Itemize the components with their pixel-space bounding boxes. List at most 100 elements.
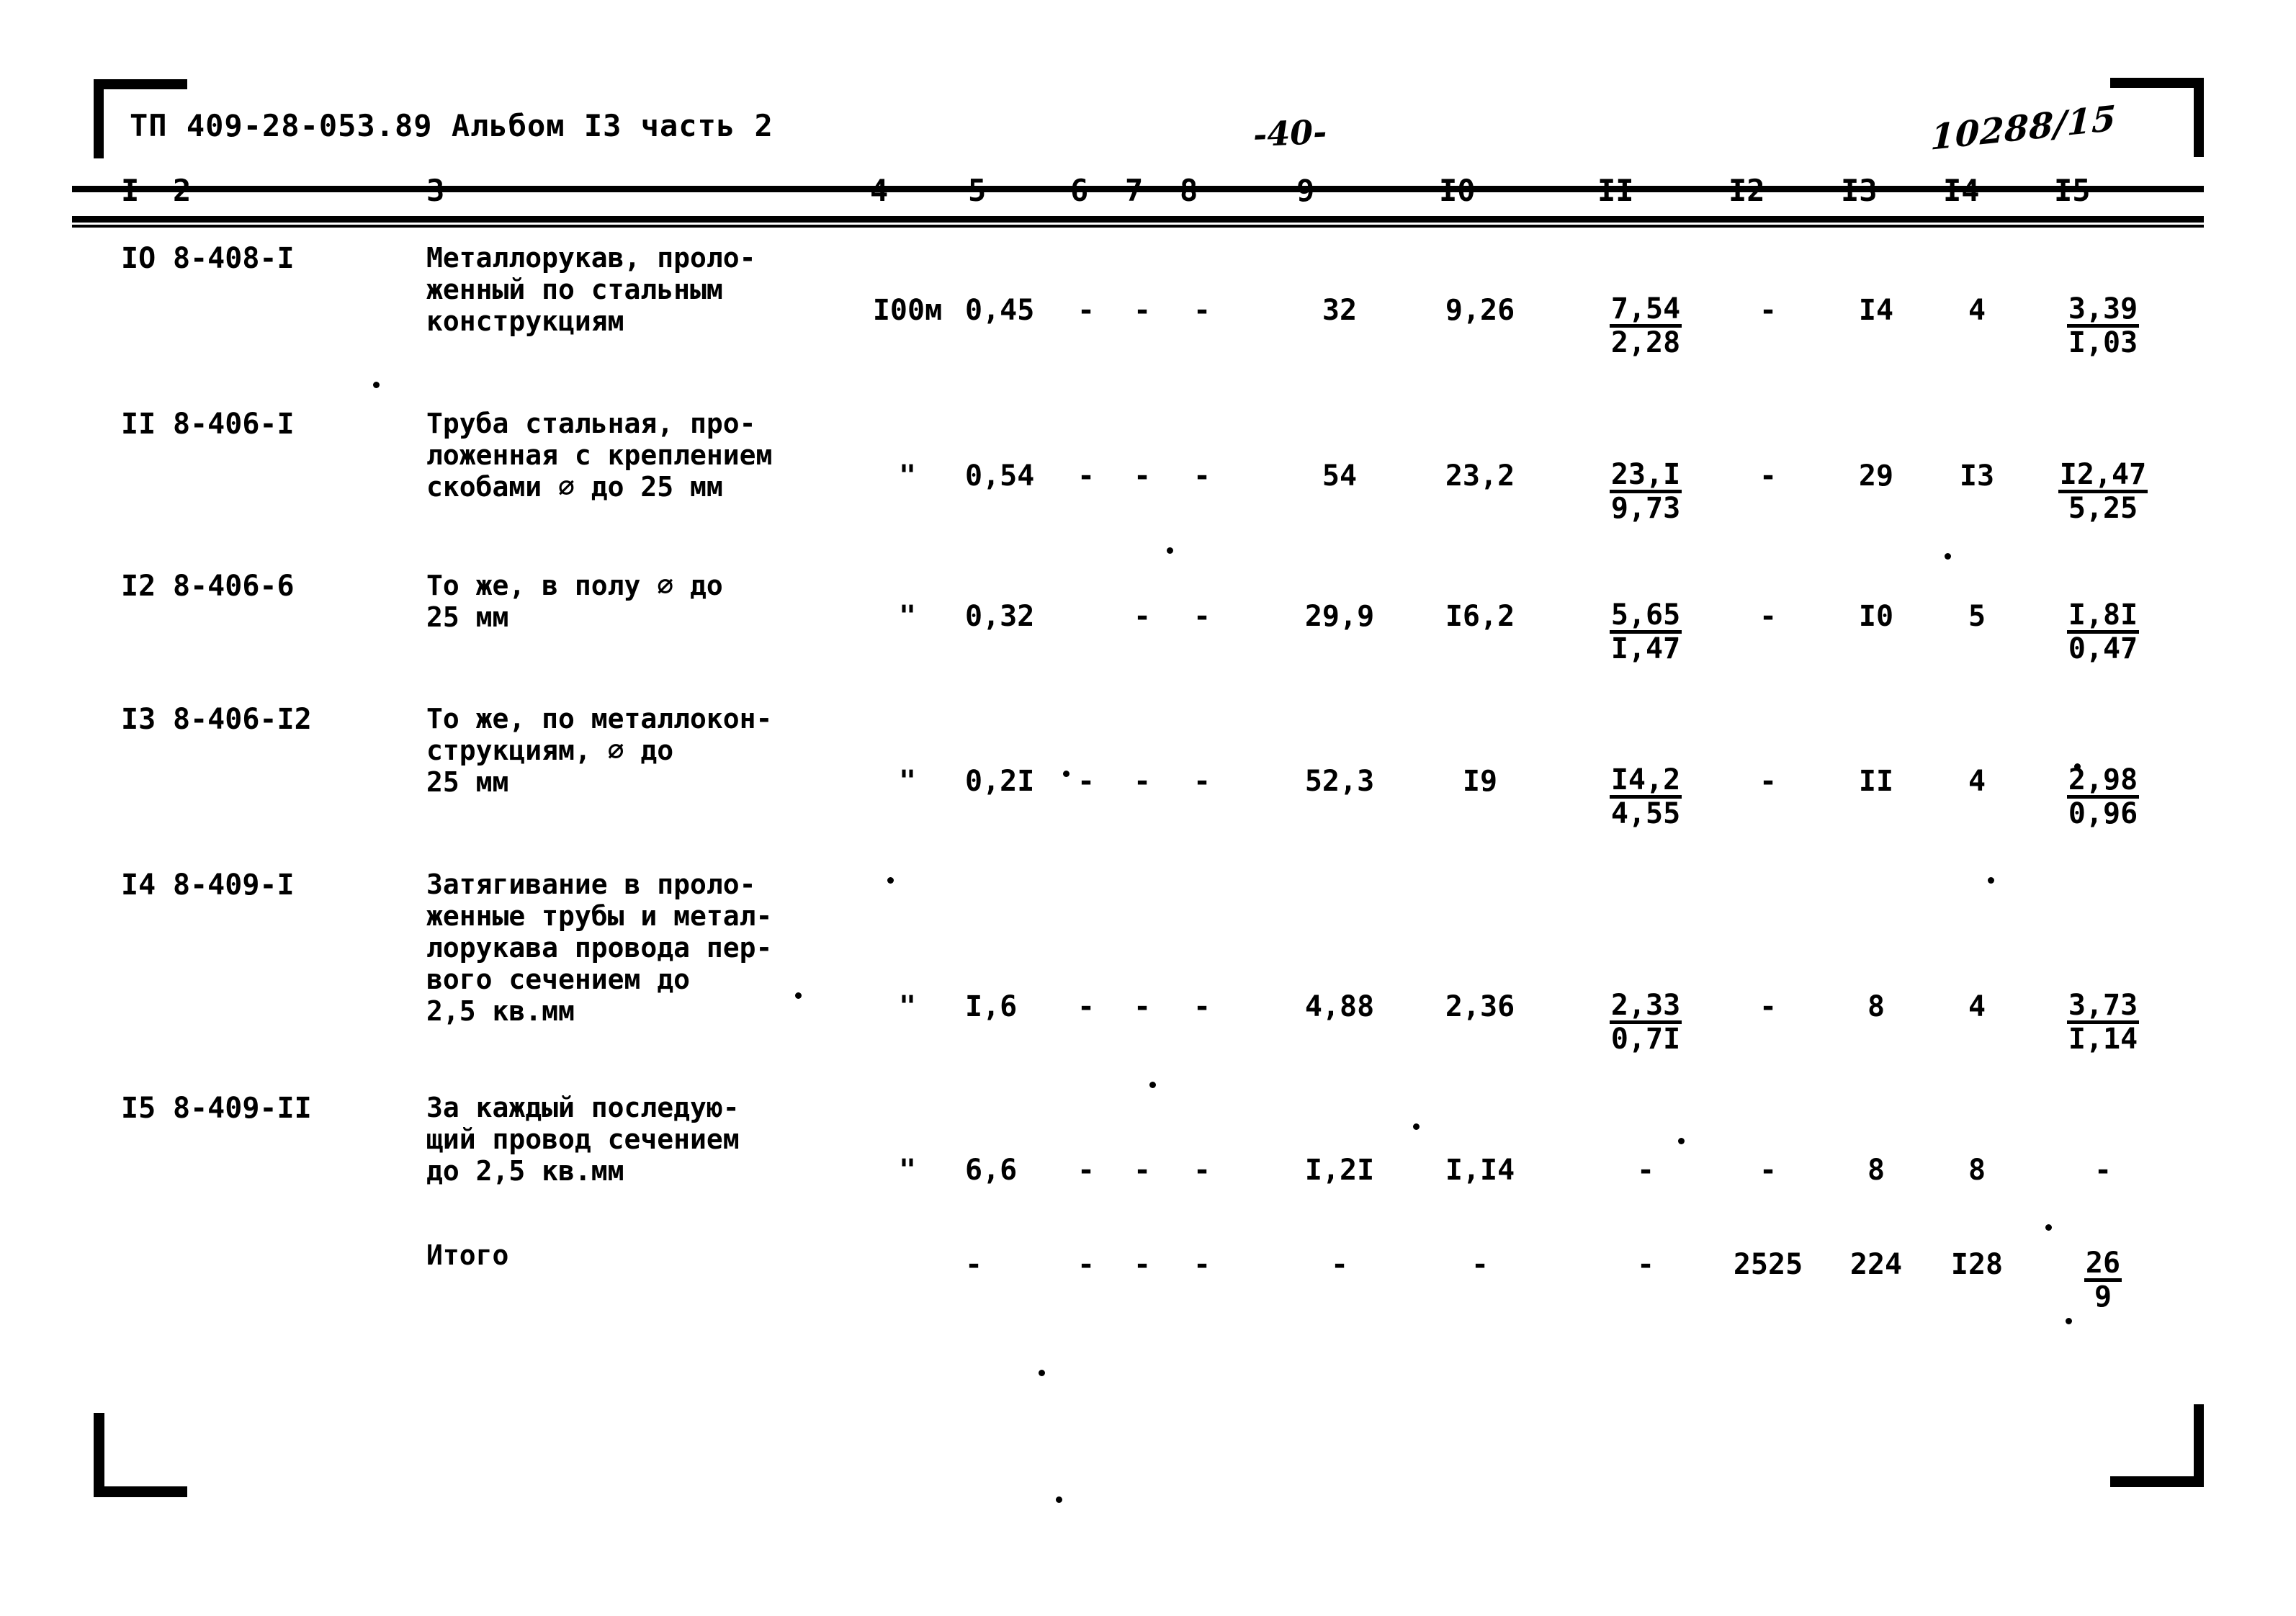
column-number-I: I <box>121 173 140 208</box>
work-description: Итого <box>426 1239 509 1271</box>
col5-value: - <box>965 1248 983 1281</box>
column-number-row: I 2 3 4 5 6 7 8 9 I0 II I2 I3 I4 I5 <box>0 173 2296 216</box>
col5-value: I,6 <box>965 990 1018 1023</box>
col11-value: I4,2 4,55 <box>1584 765 1707 830</box>
col12-value: - <box>1759 459 1777 493</box>
table-row: I5 8-409-II За каждый последую-щий провод … <box>0 1087 2296 1235</box>
header-rule-bottom-thin <box>72 225 2204 228</box>
column-number-I0: I0 <box>1439 173 1476 208</box>
col11-value-denominator: 2,28 <box>1610 326 1681 359</box>
scanned-page: ТП 409-28-053.89 Альбом I3 часть 2 -40- … <box>0 0 2296 1616</box>
data-table: IO 8-408-I Металлорукав, проло-женный по с… <box>0 238 2296 1350</box>
work-description: Затягивание в проло-женные трубы и метал… <box>426 868 773 1027</box>
col7-value: - <box>1133 990 1152 1023</box>
col15-value-denominator: 0,47 <box>2068 632 2138 665</box>
column-number-I3: I3 <box>1841 173 1878 208</box>
col8-value: - <box>1193 990 1211 1023</box>
col15-value-numerator: 26 <box>2084 1248 2122 1282</box>
column-number-I4: I4 <box>1943 173 1980 208</box>
page-number: -40- <box>1252 112 1328 155</box>
crop-mark-bottom-left-vertical <box>94 1413 104 1497</box>
header-rule-bottom <box>72 216 2204 223</box>
col5-value: 6,6 <box>965 1154 1018 1187</box>
crop-mark-top-left-horizontal <box>94 79 187 89</box>
scan-speck <box>1988 877 1994 884</box>
column-number-6: 6 <box>1070 173 1089 208</box>
col15-value-denominator: 5,25 <box>2068 492 2138 525</box>
col8-value: - <box>1193 294 1211 327</box>
col11-value-numerator: 7,54 <box>1609 294 1682 328</box>
col12-value: 2525 <box>1733 1248 1803 1281</box>
col15-value-numerator: 3,39 <box>2066 294 2140 328</box>
scan-speck <box>1678 1138 1685 1144</box>
col7-value: - <box>1133 294 1152 327</box>
unit-of-measure: " <box>898 1154 917 1187</box>
col11-value: - <box>1636 1248 1655 1281</box>
col13-value: II <box>1858 765 1894 798</box>
stamp-number: 10288/15 <box>1929 98 2117 158</box>
col11-value: 7,54 2,28 <box>1584 294 1707 359</box>
col6-value: - <box>1077 459 1095 493</box>
col7-value: - <box>1133 600 1152 633</box>
col15-value-denominator: 0,96 <box>2068 797 2138 830</box>
scan-speck <box>1039 1370 1045 1376</box>
col6-value: - <box>1077 1154 1095 1187</box>
col10-value: 23,2 <box>1445 459 1515 493</box>
col15-value: 3,73 I,14 <box>2038 990 2168 1056</box>
crop-mark-top-right-horizontal <box>2110 78 2204 88</box>
col12-value: - <box>1759 294 1777 327</box>
col8-value: - <box>1193 1248 1211 1281</box>
col10-value: 2,36 <box>1445 990 1515 1023</box>
row-number: I5 <box>121 1092 156 1125</box>
col8-value: - <box>1193 459 1211 493</box>
table-row: II 8-406-I Труба стальная, про-ложенная с … <box>0 403 2296 565</box>
unit-of-measure: " <box>898 459 917 493</box>
scan-speck <box>1063 771 1069 777</box>
col11-value: 2,33 0,7I <box>1584 990 1707 1056</box>
scan-speck <box>2045 1224 2052 1231</box>
work-description: То же, в полу ⌀ до 25 мм <box>426 570 723 633</box>
col10-value: I9 <box>1462 765 1498 798</box>
col6-value: - <box>1077 294 1095 327</box>
column-number-II: II <box>1597 173 1634 208</box>
col14-value: 4 <box>1968 990 1986 1023</box>
crop-mark-bottom-left-horizontal <box>94 1486 187 1497</box>
scan-speck <box>1167 547 1173 554</box>
crop-mark-bottom-right-vertical <box>2194 1404 2204 1487</box>
col11-value-numerator: I4,2 <box>1609 765 1682 799</box>
col5-value: 0,32 <box>965 600 1035 633</box>
table-row: Итого - - - - - - - 2525 224 I28 26 9 <box>0 1235 2296 1350</box>
col7-value: - <box>1133 459 1152 493</box>
col11-value-denominator: 4,55 <box>1610 797 1681 830</box>
col12-value: - <box>1759 990 1777 1023</box>
crop-mark-bottom-right-horizontal <box>2110 1476 2204 1487</box>
col15-value: 2,98 0,96 <box>2038 765 2168 830</box>
col13-value: 224 <box>1849 1248 1903 1281</box>
col15-value: I,8I 0,47 <box>2038 600 2168 665</box>
col15-value-numerator: 2,98 <box>2066 765 2140 799</box>
norm-code: 8-409-I <box>173 868 295 902</box>
col15-value-denominator: I,14 <box>2068 1023 2138 1056</box>
column-number-5: 5 <box>968 173 987 208</box>
column-number-I2: I2 <box>1728 173 1765 208</box>
col10-value: I6,2 <box>1445 600 1515 633</box>
unit-of-measure: " <box>898 765 917 798</box>
col9-value: - <box>1330 1248 1349 1281</box>
col11-value: - <box>1636 1154 1655 1187</box>
col11-value-numerator: 23,I <box>1609 459 1682 493</box>
col15-value: - <box>2094 1154 2112 1187</box>
document-code: ТП 409-28-053.89 Альбом I3 часть 2 <box>130 108 773 143</box>
col13-value: I4 <box>1858 294 1894 327</box>
col14-value: I28 <box>1950 1248 2004 1281</box>
col9-value: I,2I <box>1304 1154 1375 1187</box>
scan-speck <box>1945 553 1951 560</box>
scan-speck <box>2074 763 2081 770</box>
col9-value: 54 <box>1322 459 1358 493</box>
col6-value: - <box>1077 765 1095 798</box>
norm-code: 8-406-I2 <box>173 703 312 736</box>
col15-value-denominator: I,03 <box>2068 326 2138 359</box>
column-number-8: 8 <box>1180 173 1198 208</box>
col13-value: I0 <box>1858 600 1894 633</box>
row-number: I4 <box>121 868 156 902</box>
col7-value: - <box>1133 1248 1152 1281</box>
